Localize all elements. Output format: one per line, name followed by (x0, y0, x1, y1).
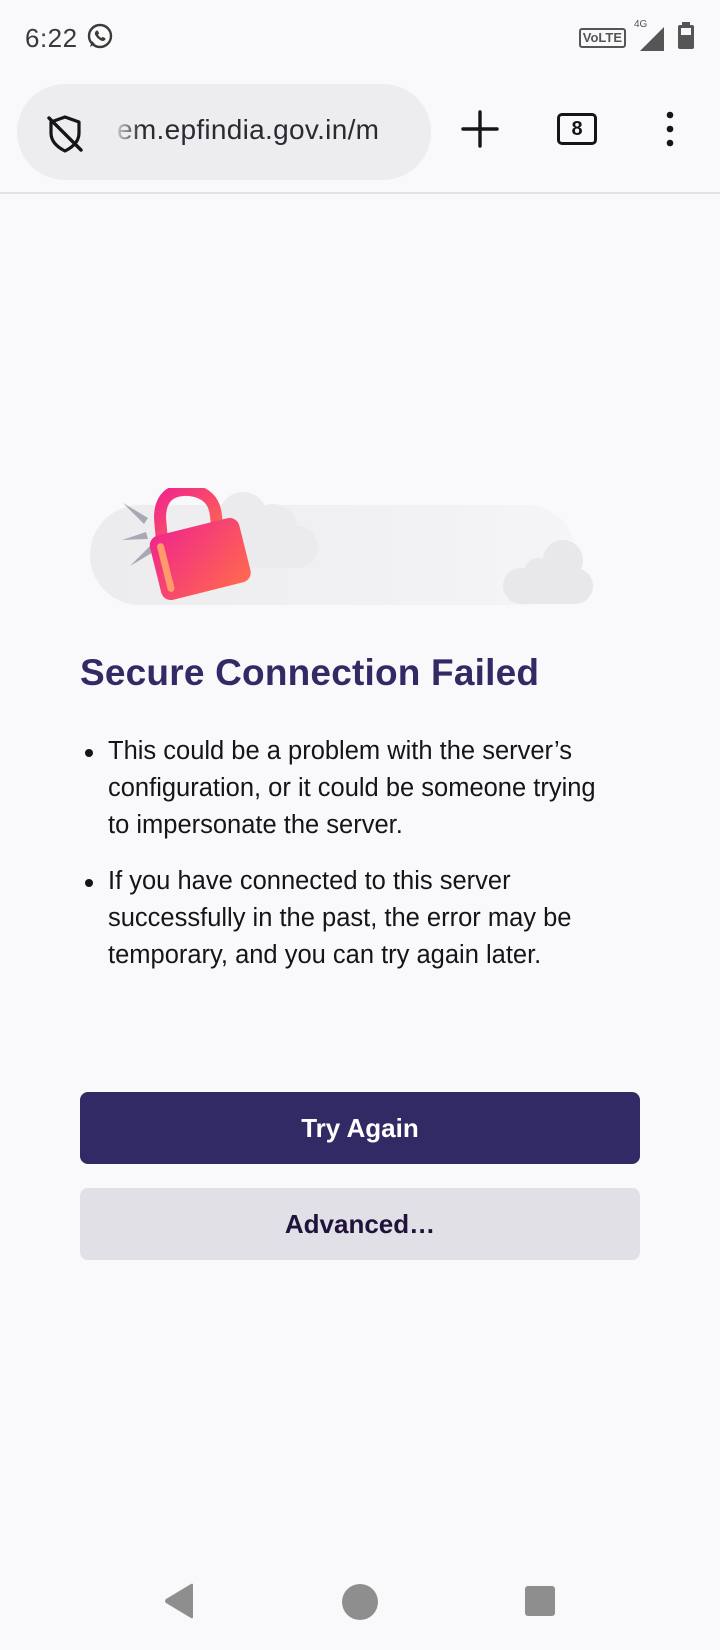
tab-counter-icon: 8 (557, 113, 597, 145)
whatsapp-icon (86, 22, 114, 55)
shield-off-icon[interactable] (43, 112, 87, 156)
menu-button[interactable] (650, 100, 690, 158)
url-fade-left (111, 104, 141, 160)
try-again-button[interactable]: Try Again (80, 1092, 640, 1164)
error-bullet: This could be a problem with the server’… (80, 733, 600, 844)
plus-icon (461, 110, 499, 148)
url-fade-right (377, 104, 431, 160)
error-description-list: This could be a problem with the server’… (80, 733, 600, 993)
recents-icon[interactable] (525, 1586, 555, 1616)
url-bar[interactable]: em.epfindia.gov.in/m (17, 84, 431, 180)
signal-icon: 4G (634, 19, 666, 53)
page-title: Secure Connection Failed (80, 652, 540, 693)
status-right: VoLTE 4G (578, 19, 696, 56)
new-tab-button[interactable] (455, 100, 505, 158)
error-bullet: If you have connected to this server suc… (80, 863, 600, 974)
advanced-button[interactable]: Advanced… (80, 1188, 640, 1260)
status-bar: 6:22 VoLTE 4G (0, 0, 720, 76)
status-time: 6:22 (25, 22, 78, 53)
more-vertical-icon (666, 111, 674, 147)
back-icon[interactable] (162, 1582, 196, 1625)
home-icon[interactable] (342, 1584, 378, 1620)
system-nav-bar (0, 1560, 720, 1650)
url-text[interactable]: em.epfindia.gov.in/m (117, 114, 417, 146)
volte-icon: VoLTE (578, 28, 626, 48)
tabs-button[interactable]: 8 (550, 100, 604, 158)
broken-lock-illustration (88, 483, 608, 628)
battery-icon (676, 21, 696, 56)
browser-toolbar: em.epfindia.gov.in/m 8 (0, 76, 720, 194)
status-left: 6:22 (25, 22, 114, 55)
